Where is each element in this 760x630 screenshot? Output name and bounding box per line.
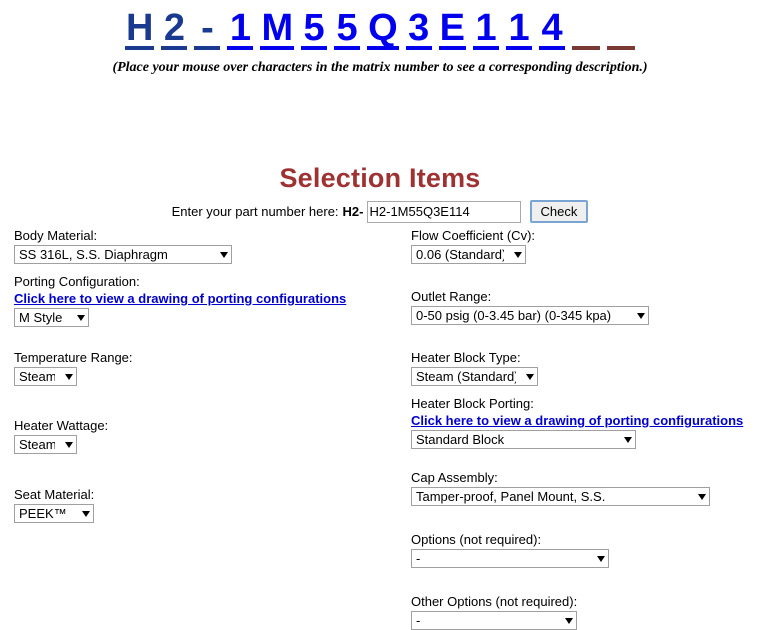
chevron-down-icon [637, 312, 645, 319]
field-flow-coefficient: Flow Coefficient (Cv): 0.06 (Standard) [411, 228, 751, 264]
chevron-down-icon [514, 251, 522, 258]
other-options-value: - [416, 613, 421, 628]
porting-configuration-label: Porting Configuration: [14, 274, 140, 289]
body-material-value: SS 316L, S.S. Diaphragm [19, 247, 168, 262]
temperature-range-value: Steam [19, 369, 55, 384]
options-label: Options (not required): [411, 532, 542, 547]
matrix-char-14[interactable] [607, 10, 636, 50]
chevron-down-icon [526, 373, 534, 380]
field-options: Options (not required): - [411, 532, 751, 568]
field-cap-assembly: Cap Assembly: Tamper-proof, Panel Mount,… [411, 470, 751, 506]
matrix-char-2[interactable]: - [194, 9, 221, 50]
seat-material-select[interactable]: PEEK™ [14, 504, 94, 523]
part-number-prefix: H2- [342, 204, 364, 219]
chevron-down-icon [565, 617, 573, 624]
matrix-hint-text: (Place your mouse over characters in the… [112, 60, 648, 75]
part-number-row: Enter your part number here: H2- Check [0, 200, 760, 223]
left-column: Body Material: SS 316L, S.S. Diaphragm P… [14, 228, 394, 523]
field-outlet-range: Outlet Range: 0-50 psig (0-3.45 bar) (0-… [411, 289, 751, 325]
options-select[interactable]: - [411, 549, 609, 568]
seat-material-label: Seat Material: [14, 487, 95, 502]
temperature-range-select[interactable]: Steam [14, 367, 77, 386]
matrix-char-9[interactable]: E [438, 9, 467, 50]
options-value: - [416, 551, 421, 566]
other-options-label: Other Options (not required): [411, 594, 578, 609]
chevron-down-icon [65, 373, 73, 380]
field-temperature-range: Temperature Range: Steam [14, 350, 394, 386]
matrix-char-8[interactable]: 3 [405, 9, 432, 50]
matrix-char-11[interactable]: 1 [506, 9, 533, 50]
field-heater-block-type: Heater Block Type: Steam (Standard) [411, 350, 751, 386]
heater-block-type-select[interactable]: Steam (Standard) [411, 367, 538, 386]
chevron-down-icon [624, 436, 632, 443]
matrix-number: H2-1M55Q3E114 [0, 0, 760, 50]
flow-coefficient-label: Flow Coefficient (Cv): [411, 228, 536, 243]
field-heater-block-porting: Heater Block Porting: Click here to view… [411, 396, 751, 449]
matrix-char-10[interactable]: 1 [473, 9, 500, 50]
matrix-char-6[interactable]: 5 [334, 9, 361, 50]
field-porting-configuration: Porting Configuration: Click here to vie… [14, 274, 394, 327]
matrix-char-13[interactable] [572, 10, 601, 50]
page-title: Selection Items [279, 163, 481, 193]
chevron-down-icon [65, 441, 73, 448]
chevron-down-icon [698, 493, 706, 500]
heater-wattage-select[interactable]: Steam [14, 435, 77, 454]
outlet-range-label: Outlet Range: [411, 289, 492, 304]
chevron-down-icon [82, 510, 90, 517]
body-material-label: Body Material: [14, 228, 98, 243]
heater-block-porting-label: Heater Block Porting: [411, 396, 534, 411]
cap-assembly-value: Tamper-proof, Panel Mount, S.S. [416, 489, 606, 504]
heater-block-porting-value: Standard Block [416, 432, 505, 447]
part-number-label: Enter your part number here: [171, 204, 339, 219]
body-material-select[interactable]: SS 316L, S.S. Diaphragm [14, 245, 232, 264]
cap-assembly-select[interactable]: Tamper-proof, Panel Mount, S.S. [411, 487, 710, 506]
right-column: Flow Coefficient (Cv): 0.06 (Standard) O… [411, 228, 751, 630]
matrix-char-12[interactable]: 4 [539, 9, 566, 50]
part-number-input[interactable] [366, 200, 521, 223]
matrix-char-4[interactable]: M [260, 9, 295, 50]
flow-coefficient-select[interactable]: 0.06 (Standard) [411, 245, 526, 264]
matrix-char-3[interactable]: 1 [227, 9, 254, 50]
seat-material-value: PEEK™ [19, 506, 67, 521]
heater-block-type-label: Heater Block Type: [411, 350, 521, 365]
porting-configuration-drawing-link[interactable]: Click here to view a drawing of porting … [14, 291, 346, 306]
porting-configuration-value: M Style [19, 310, 63, 325]
heater-wattage-value: Steam [19, 437, 55, 452]
cap-assembly-label: Cap Assembly: [411, 470, 498, 485]
field-body-material: Body Material: SS 316L, S.S. Diaphragm [14, 228, 394, 264]
heater-wattage-label: Heater Wattage: [14, 418, 109, 433]
heater-block-porting-select[interactable]: Standard Block [411, 430, 636, 449]
matrix-char-1[interactable]: 2 [161, 9, 188, 50]
heater-block-porting-drawing-link[interactable]: Click here to view a drawing of porting … [411, 413, 743, 428]
field-heater-wattage: Heater Wattage: Steam [14, 418, 394, 454]
heater-block-type-value: Steam (Standard) [416, 369, 516, 384]
temperature-range-label: Temperature Range: [14, 350, 133, 365]
outlet-range-value: 0-50 psig (0-3.45 bar) (0-345 kpa) [416, 308, 612, 323]
chevron-down-icon [597, 555, 605, 562]
matrix-char-5[interactable]: 5 [301, 9, 328, 50]
matrix-char-0[interactable]: H [124, 9, 155, 50]
matrix-char-7[interactable]: Q [367, 9, 399, 50]
chevron-down-icon [77, 314, 85, 321]
other-options-select[interactable]: - [411, 611, 577, 630]
flow-coefficient-value: 0.06 (Standard) [416, 247, 504, 262]
check-button[interactable]: Check [529, 200, 589, 223]
outlet-range-select[interactable]: 0-50 psig (0-3.45 bar) (0-345 kpa) [411, 306, 649, 325]
porting-configuration-select[interactable]: M Style [14, 308, 89, 327]
chevron-down-icon [220, 251, 228, 258]
field-seat-material: Seat Material: PEEK™ [14, 487, 394, 523]
matrix-number-header: H2-1M55Q3E114 (Place your mouse over cha… [0, 0, 760, 76]
field-other-options: Other Options (not required): - [411, 594, 751, 630]
